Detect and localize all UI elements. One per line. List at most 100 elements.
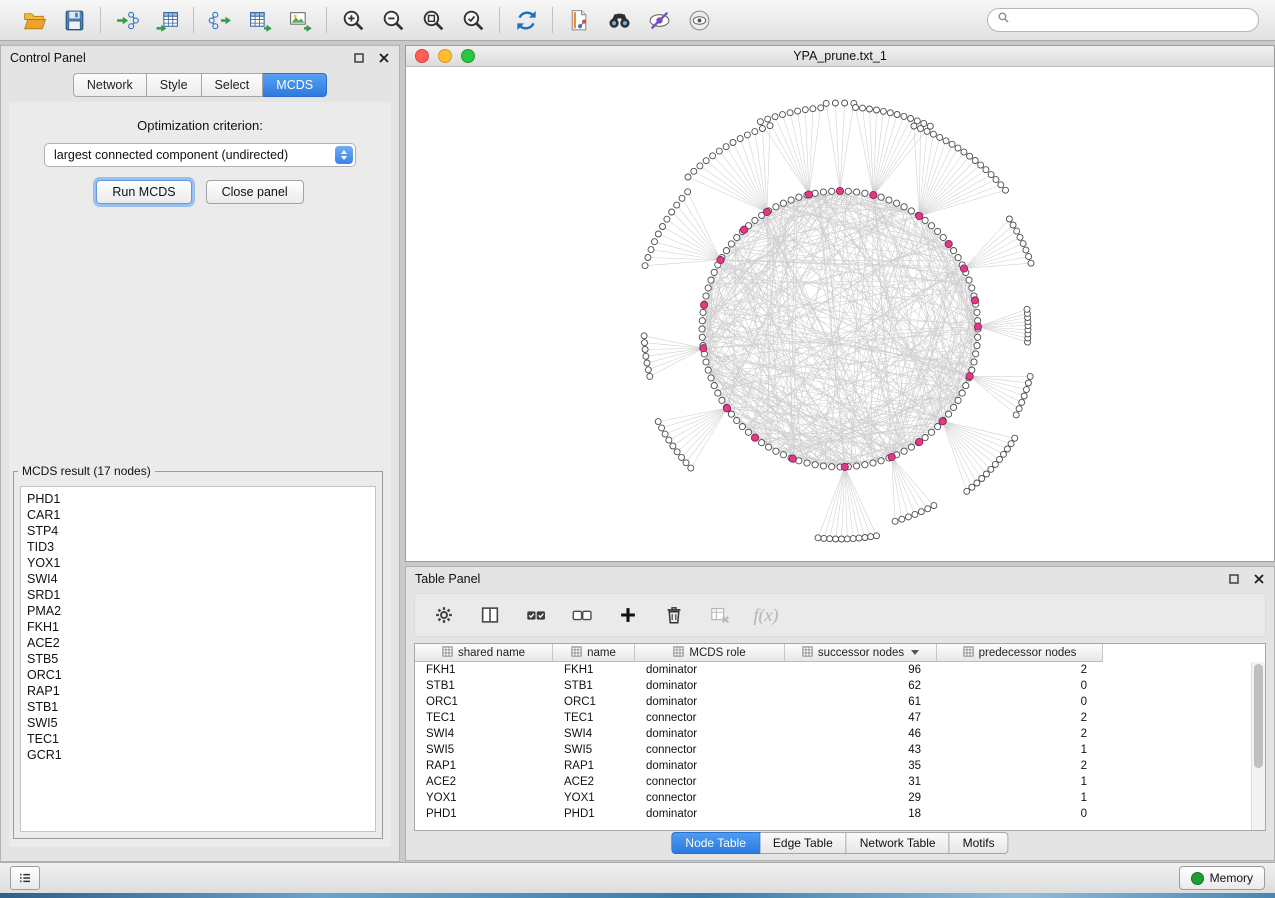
table-scrollbar[interactable] [1251,662,1265,830]
tab-style[interactable]: Style [147,73,202,97]
column-header-successor-nodes[interactable]: successor nodes [785,644,937,662]
sort-descending-icon [911,650,919,655]
close-window-icon[interactable] [415,49,429,63]
mcds-result-item[interactable]: PHD1 [27,491,369,507]
toolbar-icon-groups [10,6,723,34]
column-header-predecessor-nodes[interactable]: predecessor nodes [937,644,1103,662]
export-table-icon[interactable] [246,6,274,34]
mcds-result-item[interactable]: SWI4 [27,571,369,587]
cell-mcds-role: dominator [635,664,785,676]
maximize-window-icon[interactable] [461,49,475,63]
table-row[interactable]: RAP1RAP1dominator352 [415,758,1265,774]
import-table-icon[interactable] [153,6,181,34]
select-all-rows-icon[interactable] [523,602,549,628]
export-image-icon[interactable] [286,6,314,34]
mcds-result-item[interactable]: SWI5 [27,715,369,731]
column-header-name[interactable]: name [553,644,635,662]
float-table-panel-icon[interactable] [1227,573,1240,586]
table-row[interactable]: SWI5SWI5connector431 [415,742,1265,758]
close-table-panel-icon[interactable] [1252,573,1265,586]
show-details-icon[interactable] [685,6,713,34]
tab-network-table[interactable]: Network Table [847,832,950,854]
table-row[interactable]: STB1STB1dominator620 [415,678,1265,694]
panel-menu-button[interactable] [10,866,40,890]
close-panel-icon[interactable] [377,52,390,65]
table-row[interactable]: FKH1FKH1dominator962 [415,662,1265,678]
column-label: shared name [458,647,525,659]
table-row[interactable]: PHD1PHD1dominator180 [415,806,1265,822]
tab-edge-table[interactable]: Edge Table [760,832,847,854]
table-row[interactable]: ORC1ORC1dominator610 [415,694,1265,710]
save-session-icon[interactable] [60,6,88,34]
mcds-result-item[interactable]: CAR1 [27,507,369,523]
toolbar-separator [193,7,194,33]
memory-status-icon [1191,872,1204,885]
cell-mcds-role: dominator [635,696,785,708]
memory-button[interactable]: Memory [1179,866,1265,890]
mcds-result-item[interactable]: PMA2 [27,603,369,619]
tab-motifs[interactable]: Motifs [950,832,1009,854]
table-row[interactable]: ACE2ACE2connector311 [415,774,1265,790]
column-header-mcds-role[interactable]: MCDS role [635,644,785,662]
clone-network-icon[interactable] [565,6,593,34]
mcds-result-item[interactable]: ACE2 [27,635,369,651]
export-network-icon[interactable] [206,6,234,34]
cell-predecessor-nodes: 2 [937,712,1103,724]
find-icon[interactable] [605,6,633,34]
delete-table-icon [707,602,733,628]
table-settings-icon[interactable] [431,602,457,628]
tab-select[interactable]: Select [202,73,264,97]
import-network-icon[interactable] [113,6,141,34]
table-panel-header: Table Panel [406,567,1274,591]
cell-successor-nodes: 62 [785,680,937,692]
column-header-shared-name[interactable]: shared name [415,644,553,662]
search-input[interactable] [1016,12,1249,28]
search-box[interactable] [987,8,1259,32]
optimization-criterion-select[interactable]: largest connected component (undirected) [44,143,356,167]
column-label: predecessor nodes [979,647,1077,659]
mcds-result-group: MCDS result (17 nodes) PHD1CAR1STP4TID3Y… [13,464,383,839]
run-mcds-button[interactable]: Run MCDS [96,180,191,204]
table-scrollbar-thumb[interactable] [1254,664,1263,768]
network-canvas[interactable] [406,67,1274,562]
tab-network[interactable]: Network [73,73,147,97]
hide-details-icon[interactable] [645,6,673,34]
mcds-result-item[interactable]: GCR1 [27,747,369,763]
zoom-in-icon[interactable] [339,6,367,34]
column-type-icon [673,646,684,660]
table-row[interactable]: SWI4SWI4dominator462 [415,726,1265,742]
mcds-result-item[interactable]: FKH1 [27,619,369,635]
cell-mcds-role: dominator [635,808,785,820]
open-session-icon[interactable] [20,6,48,34]
zoom-selected-icon[interactable] [459,6,487,34]
table-row[interactable]: YOX1YOX1connector291 [415,790,1265,806]
tab-mcds[interactable]: MCDS [263,73,327,97]
float-panel-icon[interactable] [352,52,365,65]
mcds-result-item[interactable]: STP4 [27,523,369,539]
refresh-icon[interactable] [512,6,540,34]
mcds-result-item[interactable]: YOX1 [27,555,369,571]
search-icon [997,11,1010,29]
deselect-all-rows-icon[interactable] [569,602,595,628]
delete-row-icon[interactable] [661,602,687,628]
mcds-result-item[interactable]: STB5 [27,651,369,667]
zoom-fit-icon[interactable] [419,6,447,34]
function-builder-label: f(x) [754,605,779,626]
cell-name: ORC1 [553,696,635,708]
add-row-icon[interactable] [615,602,641,628]
mcds-result-item[interactable]: SRD1 [27,587,369,603]
toolbar-separator [499,7,500,33]
zoom-out-icon[interactable] [379,6,407,34]
tab-node-table[interactable]: Node Table [671,832,760,854]
close-panel-button[interactable]: Close panel [206,180,304,204]
table-panel-tabs: Node TableEdge TableNetwork TableMotifs [671,832,1008,854]
columns-icon[interactable] [477,602,503,628]
mcds-result-item[interactable]: ORC1 [27,667,369,683]
mcds-result-item[interactable]: RAP1 [27,683,369,699]
cell-shared-name: TEC1 [415,712,553,724]
table-row[interactable]: TEC1TEC1connector472 [415,710,1265,726]
minimize-window-icon[interactable] [438,49,452,63]
mcds-result-item[interactable]: STB1 [27,699,369,715]
mcds-result-item[interactable]: TID3 [27,539,369,555]
mcds-result-item[interactable]: TEC1 [27,731,369,747]
